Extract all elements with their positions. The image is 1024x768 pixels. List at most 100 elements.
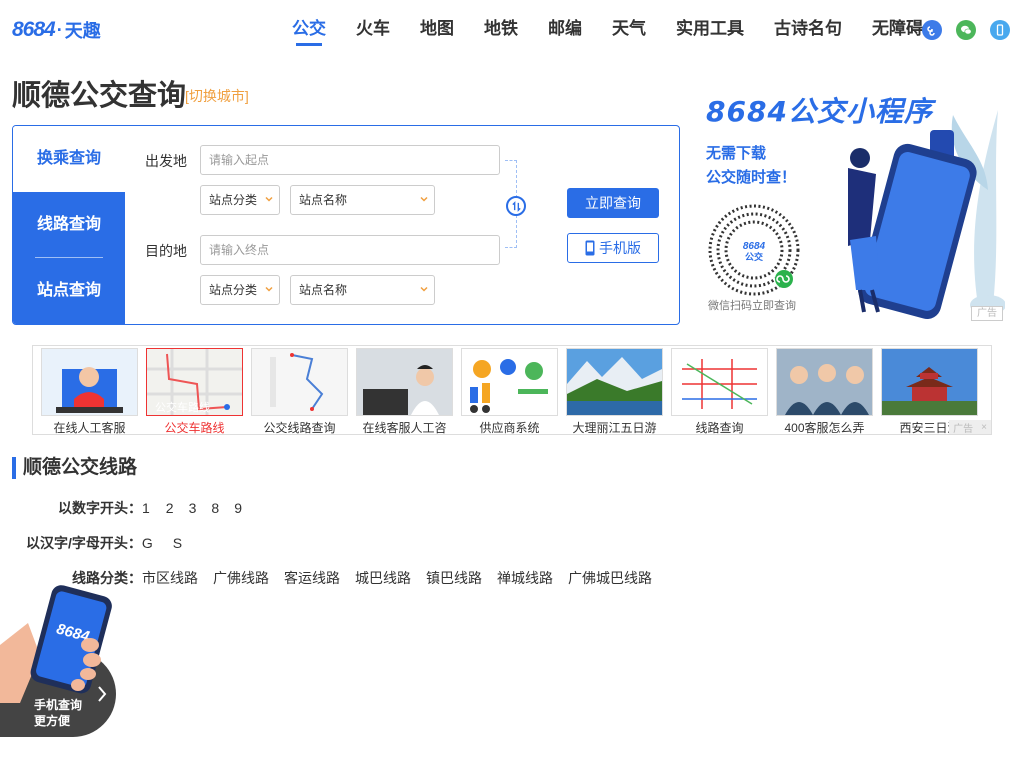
to-station-select[interactable]: 站点名称 bbox=[290, 275, 435, 305]
nav-item-bus[interactable]: 公交 bbox=[292, 18, 326, 46]
tab-stop[interactable]: 站点查询 bbox=[13, 258, 125, 324]
swap-icon[interactable] bbox=[506, 196, 526, 216]
chevron-down-icon bbox=[420, 196, 428, 202]
logo-dot: · bbox=[56, 19, 63, 40]
strip-caption: 公交线路查询 bbox=[263, 421, 336, 435]
site-logo[interactable]: 8684 · 天趣 bbox=[12, 18, 101, 42]
infographic-icon bbox=[462, 349, 557, 415]
strip-item[interactable]: 在线人工客服 bbox=[41, 348, 138, 436]
promo-text: 手机查询 更方便 bbox=[34, 697, 82, 729]
to-station-value: 站点名称 bbox=[299, 283, 348, 297]
category-link[interactable]: 客运线路 bbox=[284, 568, 340, 588]
to-label: 目的地 bbox=[145, 243, 187, 259]
strip-item-selected[interactable]: 公交车路线 公交车路线 bbox=[146, 348, 243, 436]
category-link[interactable]: 城巴线路 bbox=[355, 568, 411, 588]
support-agent-icon bbox=[357, 349, 452, 415]
category-link[interactable]: 禅城线路 bbox=[497, 568, 553, 588]
category-link[interactable]: 广佛城巴线路 bbox=[568, 568, 652, 588]
from-input[interactable]: 请输入起点 bbox=[200, 145, 500, 175]
strip-ad-close[interactable]: 广告 × bbox=[949, 420, 991, 435]
strip-item[interactable]: 大理丽江五日游 bbox=[566, 348, 663, 436]
letter-link[interactable]: S bbox=[173, 533, 182, 553]
nav-item-train[interactable]: 火车 bbox=[356, 18, 390, 46]
landscape-photo-icon bbox=[567, 349, 662, 415]
phone-icon bbox=[585, 240, 595, 256]
category-link[interactable]: 广佛线路 bbox=[213, 568, 269, 588]
mobile-version-label: 手机版 bbox=[599, 240, 641, 256]
nav-item-subway[interactable]: 地铁 bbox=[484, 18, 518, 46]
digit-link[interactable]: 8 bbox=[211, 498, 219, 518]
digit-link[interactable]: 9 bbox=[234, 498, 242, 518]
switch-city-link[interactable]: [切换城市] bbox=[185, 86, 249, 106]
to-input[interactable]: 请输入终点 bbox=[200, 235, 500, 265]
promo-line-2: 更方便 bbox=[34, 714, 71, 728]
wechat-icon[interactable] bbox=[956, 20, 976, 40]
strip-ad-tag: 广告 bbox=[953, 423, 974, 435]
mini-program-ad[interactable]: 8684公交小程序 无需下载 公交随时查！ 8684 公交 微信扫码立即查询 广… bbox=[700, 90, 1005, 325]
digit-link[interactable]: 2 bbox=[166, 498, 174, 518]
nav-item-postcode[interactable]: 邮编 bbox=[548, 18, 582, 46]
to-category-select[interactable]: 站点分类 bbox=[200, 275, 280, 305]
nav-item-poems[interactable]: 古诗名句 bbox=[774, 18, 842, 46]
digit-link[interactable]: 3 bbox=[189, 498, 197, 518]
query-panel: 换乘查询 线路查询 站点查询 出发地 请输入起点 站点分类 站点名称 目的地 请… bbox=[12, 125, 680, 325]
category-link[interactable]: 镇巴线路 bbox=[426, 568, 482, 588]
to-category-value: 站点分类 bbox=[209, 283, 258, 297]
map-overlay-label: 公交车路线 bbox=[155, 400, 210, 414]
strip-image: 公交车路线 bbox=[146, 348, 243, 416]
nav-item-weather[interactable]: 天气 bbox=[612, 18, 646, 46]
chevron-right-icon bbox=[98, 686, 107, 702]
strip-caption: 线路查询 bbox=[695, 421, 744, 435]
tab-group-active: 线路查询 站点查询 bbox=[13, 192, 125, 324]
strip-item[interactable]: 公交线路查询 bbox=[251, 348, 348, 436]
customer-service-icon bbox=[42, 349, 137, 415]
query-tabs: 换乘查询 线路查询 站点查询 bbox=[13, 126, 125, 324]
mini-program-icon[interactable] bbox=[922, 20, 942, 40]
from-category-value: 站点分类 bbox=[209, 193, 258, 207]
mobile-promo-float[interactable]: 8684 手机查询 更方便 bbox=[0, 585, 118, 740]
strip-caption: 公交车路线 bbox=[164, 421, 225, 435]
strip-item[interactable]: 400客服怎么弄 bbox=[776, 348, 873, 436]
strip-image bbox=[776, 348, 873, 416]
tab-line[interactable]: 线路查询 bbox=[13, 192, 125, 258]
tab-transfer[interactable]: 换乘查询 bbox=[13, 126, 125, 192]
from-station-value: 站点名称 bbox=[299, 193, 348, 207]
strip-item[interactable]: 供应商系统 bbox=[461, 348, 558, 436]
qr-logo-text: 8684 bbox=[743, 241, 766, 252]
nav-item-tools[interactable]: 实用工具 bbox=[676, 18, 744, 46]
call-center-icon bbox=[777, 349, 872, 415]
mobile-version-button[interactable]: 手机版 bbox=[567, 233, 659, 263]
metro-map-icon bbox=[672, 349, 767, 415]
strip-image bbox=[881, 348, 978, 416]
letter-label: 以汉字/字母开头： bbox=[26, 535, 142, 551]
strip-image bbox=[671, 348, 768, 416]
chevron-down-icon bbox=[265, 196, 273, 202]
letter-link[interactable]: G bbox=[142, 533, 153, 553]
query-button[interactable]: 立即查询 bbox=[567, 188, 659, 218]
letter-row: 以汉字/字母开头： G S bbox=[26, 533, 197, 553]
strip-item[interactable]: 线路查询 bbox=[671, 348, 768, 436]
strip-caption: 400客服怎么弄 bbox=[784, 421, 865, 435]
digit-row: 以数字开头： 1 2 3 8 9 bbox=[58, 498, 257, 518]
category-row: 线路分类： 市区线路 广佛线路 客运线路 城巴线路 镇巴线路 禅城线路 广佛城巴… bbox=[72, 568, 667, 588]
promo-line-1: 手机查询 bbox=[34, 698, 83, 712]
strip-image bbox=[251, 348, 348, 416]
nav-item-map[interactable]: 地图 bbox=[420, 18, 454, 46]
category-link[interactable]: 市区线路 bbox=[142, 568, 198, 588]
strip-image bbox=[461, 348, 558, 416]
strip-item[interactable]: 在线客服人工咨 bbox=[356, 348, 453, 436]
digit-label: 以数字开头： bbox=[58, 500, 142, 516]
from-label: 出发地 bbox=[145, 153, 187, 169]
strip-image bbox=[566, 348, 663, 416]
nav-item-accessibility[interactable]: 无障碍 bbox=[872, 18, 923, 46]
logo-subtext: 天趣 bbox=[64, 21, 101, 42]
close-icon[interactable]: × bbox=[977, 422, 991, 433]
from-category-select[interactable]: 站点分类 bbox=[200, 185, 280, 215]
logo-text: 8684 bbox=[12, 18, 56, 41]
strip-image bbox=[356, 348, 453, 416]
mobile-icon[interactable] bbox=[990, 20, 1010, 40]
digit-link[interactable]: 1 bbox=[142, 498, 150, 518]
strip-caption: 大理丽江五日游 bbox=[572, 421, 657, 435]
from-station-select[interactable]: 站点名称 bbox=[290, 185, 435, 215]
strip-image bbox=[41, 348, 138, 416]
